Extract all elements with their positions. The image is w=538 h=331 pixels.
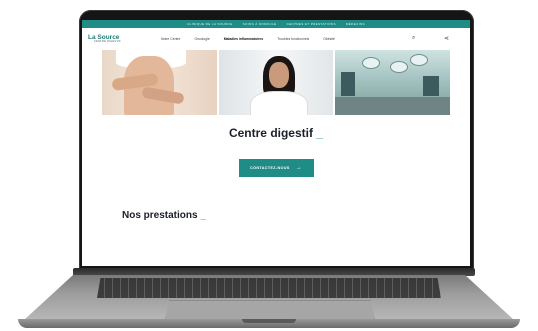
page-title-wrap: Centre digestif _	[82, 124, 470, 142]
laptop-keyboard	[97, 278, 441, 298]
cta-wrap: CONTACTEZ-NOUS →	[82, 156, 470, 177]
topbar-link-soins[interactable]: SOINS À DOMICILE	[243, 22, 277, 26]
site-logo[interactable]: La Source CENTRE DIGESTIF	[88, 34, 122, 44]
nav-item-troubles-fonctionnels[interactable]: Troubles fonctionnels	[277, 37, 309, 41]
hero-image-strip	[82, 50, 470, 115]
main-nav: Notre Centre Oncologie Maladies inflamma…	[161, 37, 335, 41]
section-title-prestations: Nos prestations _	[122, 210, 206, 221]
topbar-link-centres[interactable]: CENTRES ET PRESTATIONS	[287, 22, 336, 26]
hero-image-abdomen	[102, 50, 217, 115]
nav-item-notre-centre[interactable]: Notre Centre	[161, 37, 180, 41]
topbar-link-clinique[interactable]: CLINIQUE DE LA SOURCE	[187, 22, 233, 26]
site-header: La Source CENTRE DIGESTIF Notre Centre O…	[82, 28, 470, 50]
laptop-hinge	[73, 268, 475, 276]
section-underscore-mark: _	[200, 210, 206, 221]
browser-viewport: CLINIQUE DE LA SOURCE SOINS À DOMICILE C…	[82, 20, 470, 266]
top-utility-bar: CLINIQUE DE LA SOURCE SOINS À DOMICILE C…	[82, 20, 470, 28]
logo-subtitle: CENTRE DIGESTIF	[94, 40, 122, 43]
share-icon[interactable]: ⋖	[444, 35, 449, 42]
contact-us-button[interactable]: CONTACTEZ-NOUS →	[238, 159, 314, 177]
nav-item-oncologie[interactable]: Oncologie	[194, 37, 209, 41]
contact-us-label: CONTACTEZ-NOUS	[250, 166, 290, 170]
arrow-right-icon: →	[295, 165, 302, 171]
title-underscore-mark: _	[316, 126, 324, 140]
hero-image-doctor	[218, 50, 334, 115]
topbar-link-medecins[interactable]: MÉDECINS	[346, 22, 365, 26]
laptop-trackpad	[165, 300, 375, 320]
laptop-notch	[242, 319, 296, 323]
nav-item-obesite[interactable]: Obésité	[323, 37, 335, 41]
section-title-text: Nos prestations	[122, 210, 198, 221]
search-icon[interactable]: ⌕	[412, 35, 415, 42]
hero-image-operating-room	[335, 50, 451, 115]
laptop-mockup: CLINIQUE DE LA SOURCE SOINS À DOMICILE C…	[0, 0, 538, 331]
nav-item-maladies-inflammatoires[interactable]: Maladies inflammatoires	[224, 37, 263, 41]
page-title-text: Centre digestif	[228, 126, 313, 140]
page-title: Centre digestif _	[229, 126, 323, 140]
